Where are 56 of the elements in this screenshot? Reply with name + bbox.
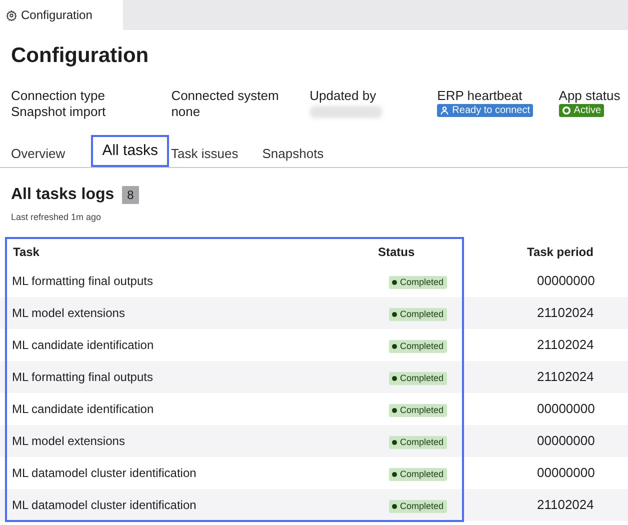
status-badge: Completed (389, 436, 447, 448)
page-title: Configuration (11, 43, 150, 69)
task-name: ML candidate identification (12, 336, 155, 354)
info-label: Updated by (310, 88, 378, 104)
tab[interactable]: Snapshots (262, 141, 348, 167)
task-name: ML datamodel cluster identification (12, 496, 198, 514)
status-badge: Completed (389, 276, 447, 288)
circle-icon (562, 106, 571, 115)
dot-icon (392, 472, 397, 476)
last-refreshed-text: Last refreshed 1m ago (11, 211, 102, 224)
count-badge: 8 (122, 186, 139, 204)
tab[interactable]: All tasks (91, 135, 170, 167)
status-badge: Ready to connect (437, 104, 533, 117)
task-period: 21102024 (537, 496, 594, 514)
dot-icon (392, 344, 397, 348)
task-period: 00000000 (537, 432, 595, 450)
task-period: 00000000 (537, 400, 595, 418)
status-badge: Completed (389, 468, 447, 480)
settings-icon (6, 10, 17, 20)
task-name: ML model extensions (12, 432, 126, 450)
window-tab[interactable]: Configuration (0, 0, 123, 30)
task-name: ML formatting final outputs (12, 272, 154, 290)
task-period: 00000000 (537, 464, 595, 482)
task-name: ML candidate identification (12, 400, 155, 418)
task-period: 21102024 (537, 368, 594, 386)
status-badge: Active (558, 104, 604, 117)
info-label: ERP heartbeat (437, 88, 524, 104)
column-header: Task (13, 244, 40, 260)
info-label: Connected system (171, 88, 280, 104)
status-badge: Completed (389, 404, 447, 416)
task-name: ML formatting final outputs (12, 368, 154, 386)
task-period: 21102024 (537, 336, 594, 354)
info-label: App status (558, 88, 622, 104)
status-badge: Completed (389, 372, 447, 384)
tab[interactable]: Overview (11, 141, 90, 167)
users-icon (440, 106, 450, 115)
info-value: none (171, 104, 202, 120)
info-value: Snapshot import (11, 104, 107, 120)
info-label: Connection type (11, 88, 106, 104)
status-badge: Completed (389, 308, 447, 320)
dot-icon (392, 504, 397, 508)
tab[interactable]: Task issues (171, 141, 262, 167)
dot-icon (392, 440, 397, 444)
status-badge: Completed (389, 500, 447, 512)
task-name: ML datamodel cluster identification (12, 464, 198, 482)
task-period: 21102024 (537, 304, 594, 322)
dot-icon (392, 376, 397, 380)
dot-icon (392, 280, 397, 284)
task-period: 00000000 (537, 272, 595, 290)
column-header: Task period (527, 244, 594, 260)
task-name: ML model extensions (12, 304, 126, 322)
dot-icon (392, 408, 397, 412)
status-badge: Completed (389, 340, 447, 352)
column-header: Status (378, 244, 416, 260)
dot-icon (392, 312, 397, 316)
section-title: All tasks logs (11, 185, 114, 205)
